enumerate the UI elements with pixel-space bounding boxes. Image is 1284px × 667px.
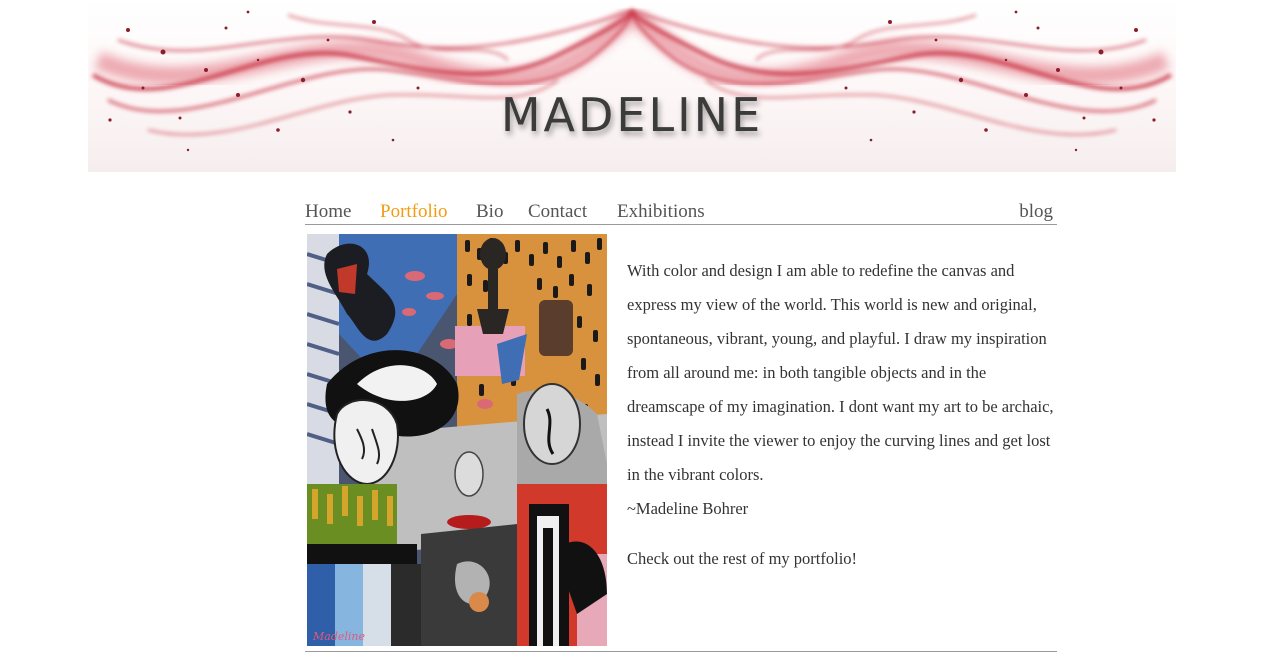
statement-text: With color and design I am able to redef…: [627, 261, 1054, 484]
nav-item-blog[interactable]: blog: [1019, 200, 1053, 224]
nav-item-home[interactable]: Home: [305, 200, 351, 224]
painting-artwork: Madeline: [307, 234, 607, 646]
nav-item-exhibitions[interactable]: Exhibitions: [617, 200, 705, 224]
red-smoke-decoration: [91, 8, 1173, 152]
artist-statement: With color and design I am able to redef…: [627, 254, 1067, 576]
nav-item-portfolio[interactable]: Portfolio: [380, 200, 448, 224]
header-banner: MADELINE: [88, 0, 1176, 172]
nav-item-contact[interactable]: Contact: [528, 200, 587, 224]
content-divider: [305, 651, 1057, 652]
site-title-logo[interactable]: MADELINE: [88, 88, 1176, 142]
main-nav: Home Portfolio Bio Contact Exhibitions b…: [305, 200, 1057, 225]
statement-signature: ~Madeline Bohrer: [627, 499, 749, 518]
painting-signature: Madeline: [312, 630, 365, 643]
portfolio-cta-text: Check out the rest of my portfolio!: [627, 549, 858, 568]
featured-painting[interactable]: Madeline: [307, 234, 607, 646]
nav-item-bio[interactable]: Bio: [476, 200, 503, 224]
